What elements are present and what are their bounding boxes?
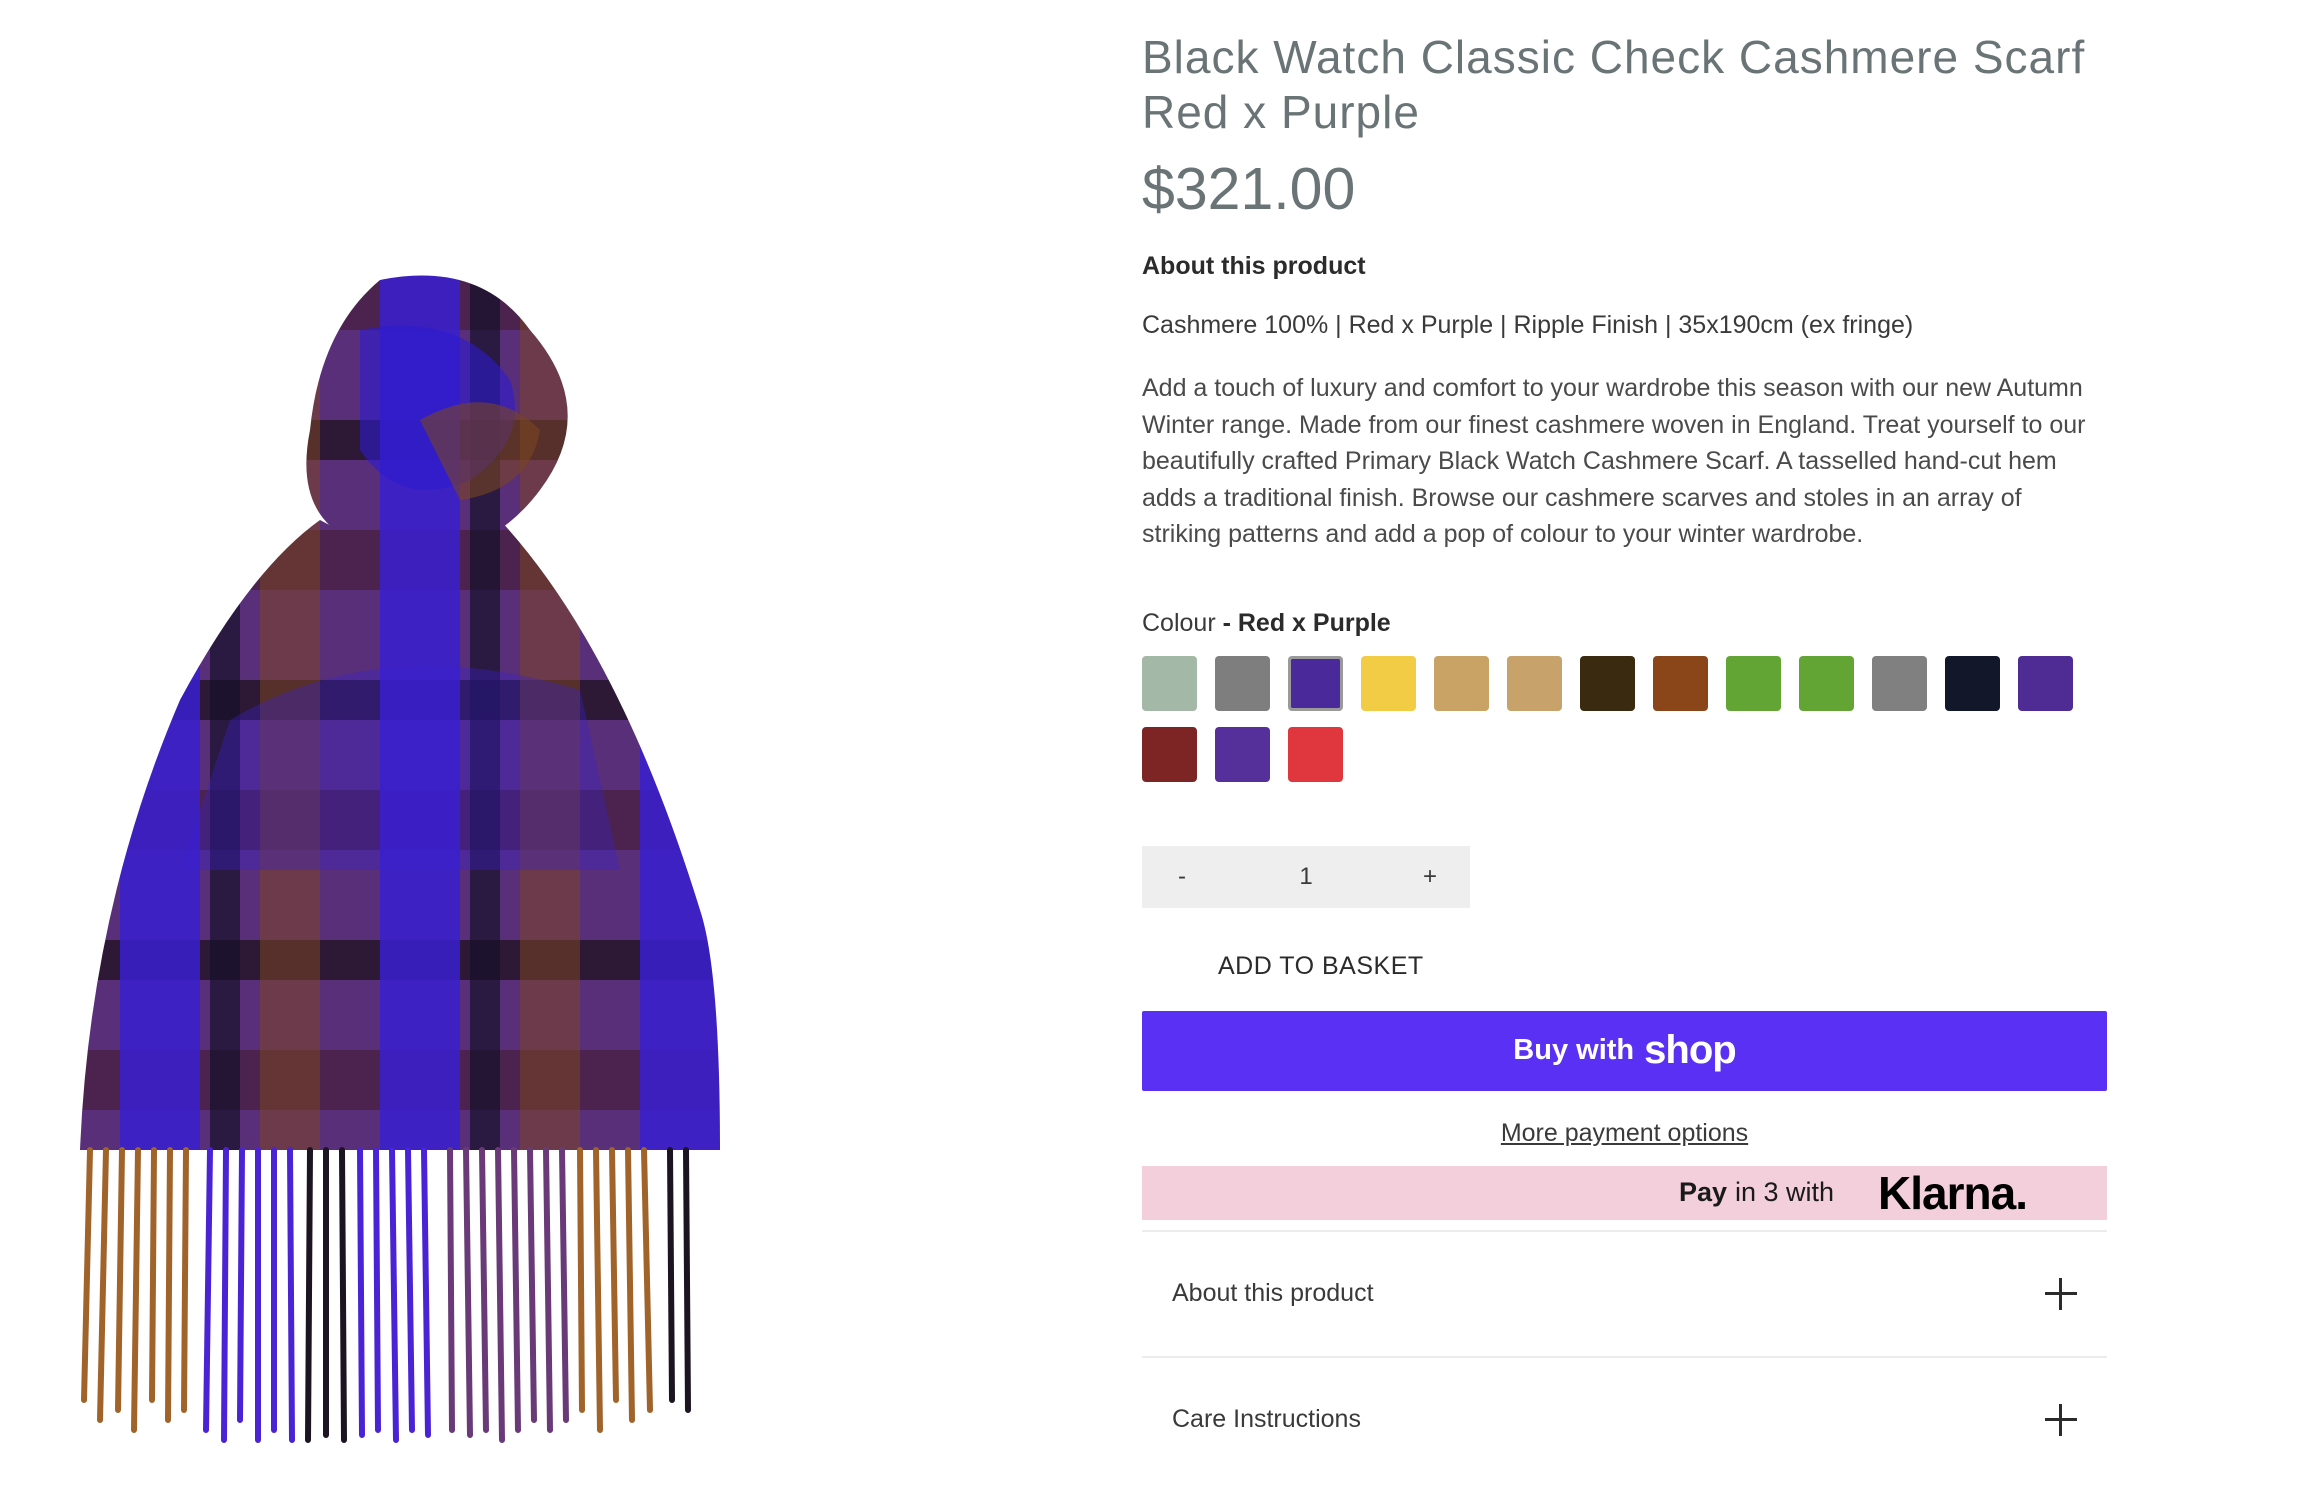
colour-swatch[interactable] <box>1215 726 1270 782</box>
colour-swatch[interactable] <box>1434 655 1489 711</box>
colour-label: Colour <box>1142 608 1216 637</box>
plus-icon[interactable] <box>2045 1277 2077 1310</box>
colour-swatch[interactable] <box>1799 655 1854 711</box>
product-price: $321.00 <box>1142 156 1356 222</box>
colour-swatch[interactable] <box>1215 655 1270 711</box>
accordion-about-product[interactable]: About this product <box>1142 1229 2107 1356</box>
shop-logo: shop <box>1644 1028 1737 1072</box>
add-to-basket-button[interactable]: ADD TO BASKET <box>1218 952 2107 981</box>
klarna-in3-label: in 3 with <box>1734 1177 1835 1207</box>
accordion-label: About this product <box>1172 1279 1374 1307</box>
quantity-plus-button[interactable]: + <box>1390 863 1470 891</box>
plus-icon[interactable] <box>2045 1403 2077 1436</box>
colour-selected: Red x Purple <box>1237 608 1391 637</box>
colour-swatch[interactable] <box>1142 726 1197 782</box>
colour-swatch[interactable] <box>1872 655 1927 711</box>
more-payment-options-link[interactable]: More payment options <box>1142 1119 2107 1148</box>
product-info: Black Watch Classic Check Cashmere Scarf… <box>1142 30 2107 1482</box>
colour-swatch[interactable] <box>1945 655 2000 711</box>
colour-swatch[interactable] <box>1361 655 1416 711</box>
product-accordion: About this product Care Instructions <box>1142 1229 2107 1482</box>
colour-swatch[interactable] <box>1288 726 1343 782</box>
colour-swatch[interactable] <box>1288 655 1343 711</box>
product-title: Black Watch Classic Check Cashmere Scarf… <box>1142 31 2086 138</box>
colour-swatch[interactable] <box>1142 655 1197 711</box>
product-page: Black Watch Classic Check Cashmere Scarf… <box>0 0 2298 1486</box>
accordion-label: Care Instructions <box>1172 1405 1361 1433</box>
klarna-pay-label: Pay <box>1678 1177 1727 1207</box>
colour-swatch[interactable] <box>1653 655 1708 711</box>
buy-with-label: Buy with <box>1513 1034 1635 1066</box>
accordion-care-instructions[interactable]: Care Instructions <box>1142 1355 2107 1482</box>
colour-swatch[interactable] <box>1507 655 1562 711</box>
buy-with-shop-button[interactable]: Buy with shop <box>1142 1010 2107 1091</box>
colour-separator: - <box>1215 608 1238 637</box>
klarna-logo: Klarna. <box>1878 1166 2028 1219</box>
colour-swatches <box>1142 655 2102 782</box>
about-heading: About this product <box>1142 252 1366 280</box>
colour-swatch[interactable] <box>1580 655 1635 711</box>
colour-swatch[interactable] <box>1726 655 1781 711</box>
product-spec: Cashmere 100% | Red x Purple | Ripple Fi… <box>1142 311 1914 339</box>
colour-swatch[interactable] <box>2018 655 2073 711</box>
klarna-banner[interactable]: Pay in 3 with Klarna. <box>1142 1165 2107 1220</box>
product-image-scarf <box>60 270 900 1470</box>
colour-label-row: Colour - Red x Purple <box>1142 609 2107 638</box>
quantity-minus-button[interactable]: - <box>1142 863 1222 891</box>
product-description: Add a touch of luxury and comfort to you… <box>1142 374 2086 548</box>
quantity-stepper: - 1 + <box>1142 845 1470 908</box>
quantity-value[interactable]: 1 <box>1222 863 1390 891</box>
